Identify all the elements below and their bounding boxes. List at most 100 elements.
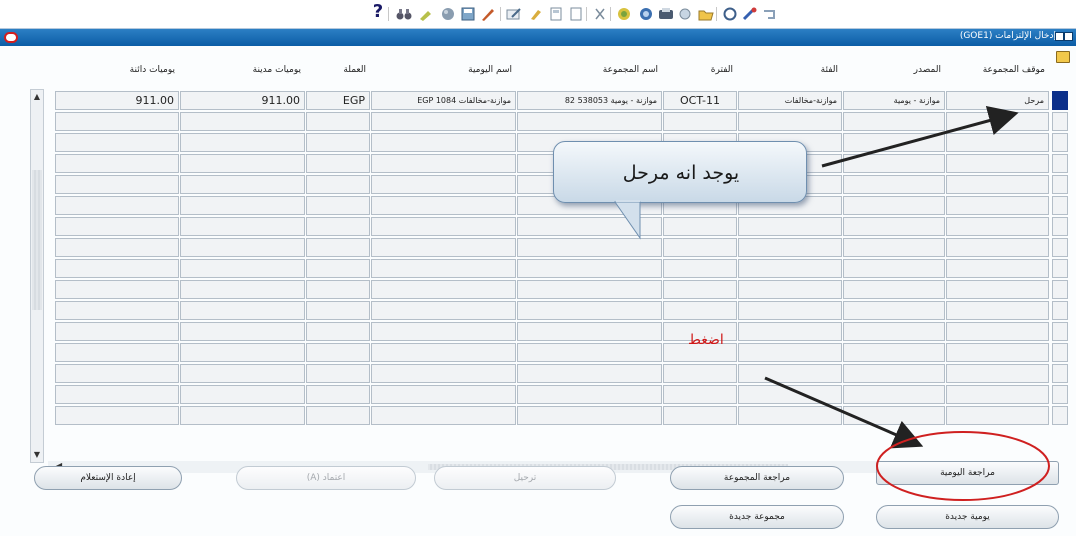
- save-icon[interactable]: [458, 5, 478, 23]
- table-row[interactable]: [0, 406, 1076, 427]
- column-header-entered-debits[interactable]: يوميات مدينة: [180, 61, 305, 79]
- attachment-icon[interactable]: [526, 5, 546, 23]
- cell-period[interactable]: [663, 112, 737, 131]
- cell-category[interactable]: [738, 259, 842, 278]
- cell-batch-status[interactable]: [946, 406, 1049, 425]
- cell-source[interactable]: [843, 196, 945, 215]
- cell-currency[interactable]: EGP: [306, 91, 370, 110]
- cell-entered-debits[interactable]: [180, 175, 305, 194]
- cell-entered-debits[interactable]: [180, 322, 305, 341]
- table-row[interactable]: 911.00 911.00 EGP موازنة-مخالفات EGP 1084 مو…: [0, 91, 1076, 112]
- cell-batch-name[interactable]: [517, 238, 662, 257]
- cell-currency[interactable]: [306, 385, 370, 404]
- vertical-scrollbar[interactable]: ▲ ▼: [30, 89, 44, 463]
- row-selector[interactable]: [1052, 112, 1068, 131]
- cell-batch-status[interactable]: [946, 133, 1049, 152]
- cell-batch-status[interactable]: [946, 259, 1049, 278]
- cell-entered-debits[interactable]: [180, 133, 305, 152]
- cell-batch-name[interactable]: [517, 364, 662, 383]
- cell-entered-credits[interactable]: 911.00: [55, 91, 179, 110]
- folder-open-icon[interactable]: [696, 5, 716, 23]
- cell-period[interactable]: [663, 364, 737, 383]
- cell-period[interactable]: [663, 280, 737, 299]
- requery-button[interactable]: إعادة الإستعلام: [34, 466, 182, 490]
- cell-journal-name[interactable]: [371, 217, 516, 236]
- cell-period[interactable]: [663, 238, 737, 257]
- table-row[interactable]: [0, 112, 1076, 133]
- row-selector[interactable]: [1052, 364, 1068, 383]
- close-icon[interactable]: [1064, 32, 1073, 41]
- cell-batch-status[interactable]: [946, 175, 1049, 194]
- cell-journal-name[interactable]: [371, 385, 516, 404]
- cell-entered-credits[interactable]: [55, 154, 179, 173]
- cell-journal-name[interactable]: [371, 364, 516, 383]
- cell-batch-name[interactable]: [517, 280, 662, 299]
- row-selector[interactable]: [1052, 301, 1068, 320]
- cell-category[interactable]: [738, 343, 842, 362]
- cell-entered-credits[interactable]: [55, 238, 179, 257]
- row-selector[interactable]: [1052, 406, 1068, 425]
- scroll-thumb[interactable]: [32, 170, 42, 310]
- cell-entered-debits[interactable]: [180, 154, 305, 173]
- cell-source[interactable]: [843, 406, 945, 425]
- cell-category[interactable]: [738, 301, 842, 320]
- cell-entered-debits[interactable]: [180, 406, 305, 425]
- row-selector[interactable]: [1052, 175, 1068, 194]
- cell-journal-name[interactable]: [371, 406, 516, 425]
- cell-journal-name[interactable]: [371, 112, 516, 131]
- cell-category[interactable]: [738, 385, 842, 404]
- maximize-icon[interactable]: [1055, 32, 1064, 41]
- cell-journal-name[interactable]: [371, 196, 516, 215]
- copy-icon[interactable]: [614, 5, 634, 23]
- cell-batch-status[interactable]: [946, 196, 1049, 215]
- edit-icon[interactable]: [504, 5, 524, 23]
- cell-entered-credits[interactable]: [55, 364, 179, 383]
- cell-batch-name[interactable]: [517, 217, 662, 236]
- pen-icon[interactable]: [478, 5, 498, 23]
- cell-source[interactable]: [843, 112, 945, 131]
- column-header-period[interactable]: الفترة: [663, 61, 737, 79]
- print-icon[interactable]: [656, 5, 676, 23]
- cell-entered-debits[interactable]: [180, 343, 305, 362]
- cell-batch-status[interactable]: [946, 322, 1049, 341]
- cell-batch-name[interactable]: موازنة - يومية 538053 82: [517, 91, 662, 110]
- clear-icon[interactable]: [720, 5, 740, 23]
- cell-batch-status[interactable]: [946, 217, 1049, 236]
- cell-batch-status[interactable]: [946, 385, 1049, 404]
- table-row[interactable]: [0, 280, 1076, 301]
- cell-entered-debits[interactable]: 911.00: [180, 91, 305, 110]
- cell-journal-name[interactable]: [371, 259, 516, 278]
- cell-batch-name[interactable]: [517, 112, 662, 131]
- scroll-up-icon[interactable]: ▲: [31, 90, 43, 104]
- book-icon[interactable]: [546, 5, 566, 23]
- cell-category[interactable]: موازنة-مخالفات: [738, 91, 842, 110]
- cell-entered-credits[interactable]: [55, 301, 179, 320]
- cell-source[interactable]: [843, 238, 945, 257]
- reverse-button[interactable]: اعتماد (A): [236, 466, 416, 490]
- cell-period[interactable]: [663, 301, 737, 320]
- cell-batch-status[interactable]: [946, 238, 1049, 257]
- cell-category[interactable]: [738, 217, 842, 236]
- cell-source[interactable]: [843, 259, 945, 278]
- table-row[interactable]: [0, 196, 1076, 217]
- cell-period[interactable]: [663, 385, 737, 404]
- cell-currency[interactable]: [306, 364, 370, 383]
- table-row[interactable]: [0, 259, 1076, 280]
- post-button[interactable]: ترحيل: [434, 466, 616, 490]
- row-selector[interactable]: [1052, 280, 1068, 299]
- cell-entered-credits[interactable]: [55, 112, 179, 131]
- cell-source[interactable]: [843, 385, 945, 404]
- column-header-batch-status[interactable]: موقف المجموعة: [946, 61, 1049, 79]
- cell-source[interactable]: [843, 154, 945, 173]
- row-selector[interactable]: [1052, 133, 1068, 152]
- cell-currency[interactable]: [306, 133, 370, 152]
- cell-entered-credits[interactable]: [55, 343, 179, 362]
- cell-entered-credits[interactable]: [55, 322, 179, 341]
- review-journal-button[interactable]: مراجعة اليومية: [876, 461, 1059, 485]
- cell-entered-debits[interactable]: [180, 112, 305, 131]
- cell-currency[interactable]: [306, 322, 370, 341]
- cell-entered-credits[interactable]: [55, 385, 179, 404]
- cell-batch-status[interactable]: [946, 280, 1049, 299]
- table-row[interactable]: [0, 154, 1076, 175]
- column-header-entered-credits[interactable]: يوميات دائنة: [55, 61, 179, 79]
